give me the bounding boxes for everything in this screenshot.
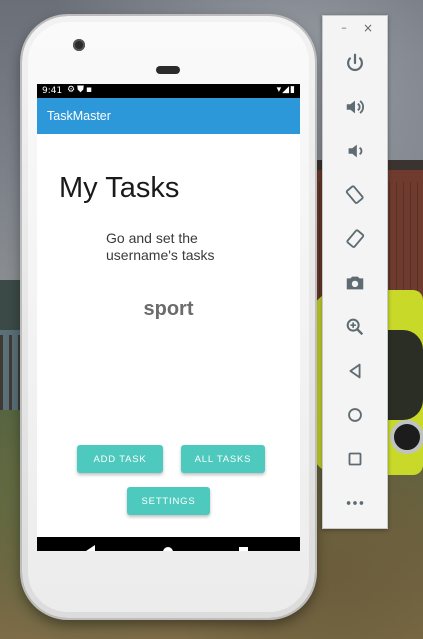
instruction-line-1: Go and set the	[106, 230, 198, 246]
status-bar: 9:41 ⚙⛊▪ ▾◢▮	[37, 84, 300, 98]
app-bar: TaskMaster	[37, 98, 300, 134]
power-icon	[347, 53, 363, 71]
settings-button[interactable]: SETTINGS	[127, 487, 210, 515]
nav-back-icon[interactable]	[86, 545, 95, 551]
zoom-icon	[346, 318, 364, 336]
home-button[interactable]	[340, 400, 370, 430]
add-task-button[interactable]: ADD TASK	[77, 445, 163, 473]
volume-down-button[interactable]	[340, 136, 370, 166]
background-car-wheel	[390, 420, 423, 454]
home-icon	[348, 408, 362, 422]
shield-icon: ⛊	[77, 85, 86, 95]
front-camera	[73, 39, 85, 51]
status-notification-icons: ⚙⛊▪	[67, 85, 94, 95]
device-screen: 9:41 ⚙⛊▪ ▾◢▮ TaskMaster My Tasks Go and …	[37, 84, 300, 551]
more-button[interactable]	[340, 488, 370, 518]
minimize-button[interactable]: –	[337, 21, 351, 35]
phone-frame: 9:41 ⚙⛊▪ ▾◢▮ TaskMaster My Tasks Go and …	[22, 16, 315, 618]
settings-icon: ⚙	[67, 85, 78, 95]
rotate-right-icon	[346, 229, 365, 248]
power-button[interactable]	[340, 48, 370, 78]
username-label: sport	[143, 298, 194, 320]
battery-icon: ▮	[290, 85, 296, 95]
page-title: My Tasks	[59, 172, 180, 204]
system-nav-bar	[37, 537, 300, 551]
overview-icon	[348, 452, 362, 466]
back-icon	[349, 363, 361, 379]
zoom-button[interactable]	[340, 312, 370, 342]
back-button[interactable]	[340, 356, 370, 386]
instruction-text: Go and set the username's tasks	[106, 230, 276, 264]
app-title: TaskMaster	[47, 109, 111, 123]
emulator-toolbar: – ×	[322, 15, 388, 529]
close-button[interactable]: ×	[361, 21, 375, 35]
screenshot-button[interactable]	[340, 268, 370, 298]
volume-up-icon	[346, 100, 364, 114]
signal-icon: ◢	[282, 85, 291, 95]
volume-up-button[interactable]	[340, 92, 370, 122]
volume-down-icon	[348, 144, 363, 158]
status-time: 9:41	[42, 86, 63, 96]
sd-card-icon: ▪	[85, 85, 94, 95]
nav-recents-icon[interactable]	[239, 547, 248, 551]
rotate-right-button[interactable]	[340, 224, 370, 254]
earpiece-speaker	[156, 66, 180, 74]
overview-button[interactable]	[340, 444, 370, 474]
nav-home-icon[interactable]	[163, 547, 173, 551]
more-icon	[346, 501, 364, 505]
instruction-line-2: username's tasks	[106, 247, 215, 263]
rotate-left-button[interactable]	[340, 180, 370, 210]
all-tasks-button[interactable]: ALL TASKS	[181, 445, 265, 473]
camera-icon	[346, 276, 364, 290]
status-system-icons: ▾◢▮	[277, 85, 296, 95]
rotate-left-icon	[345, 185, 364, 204]
